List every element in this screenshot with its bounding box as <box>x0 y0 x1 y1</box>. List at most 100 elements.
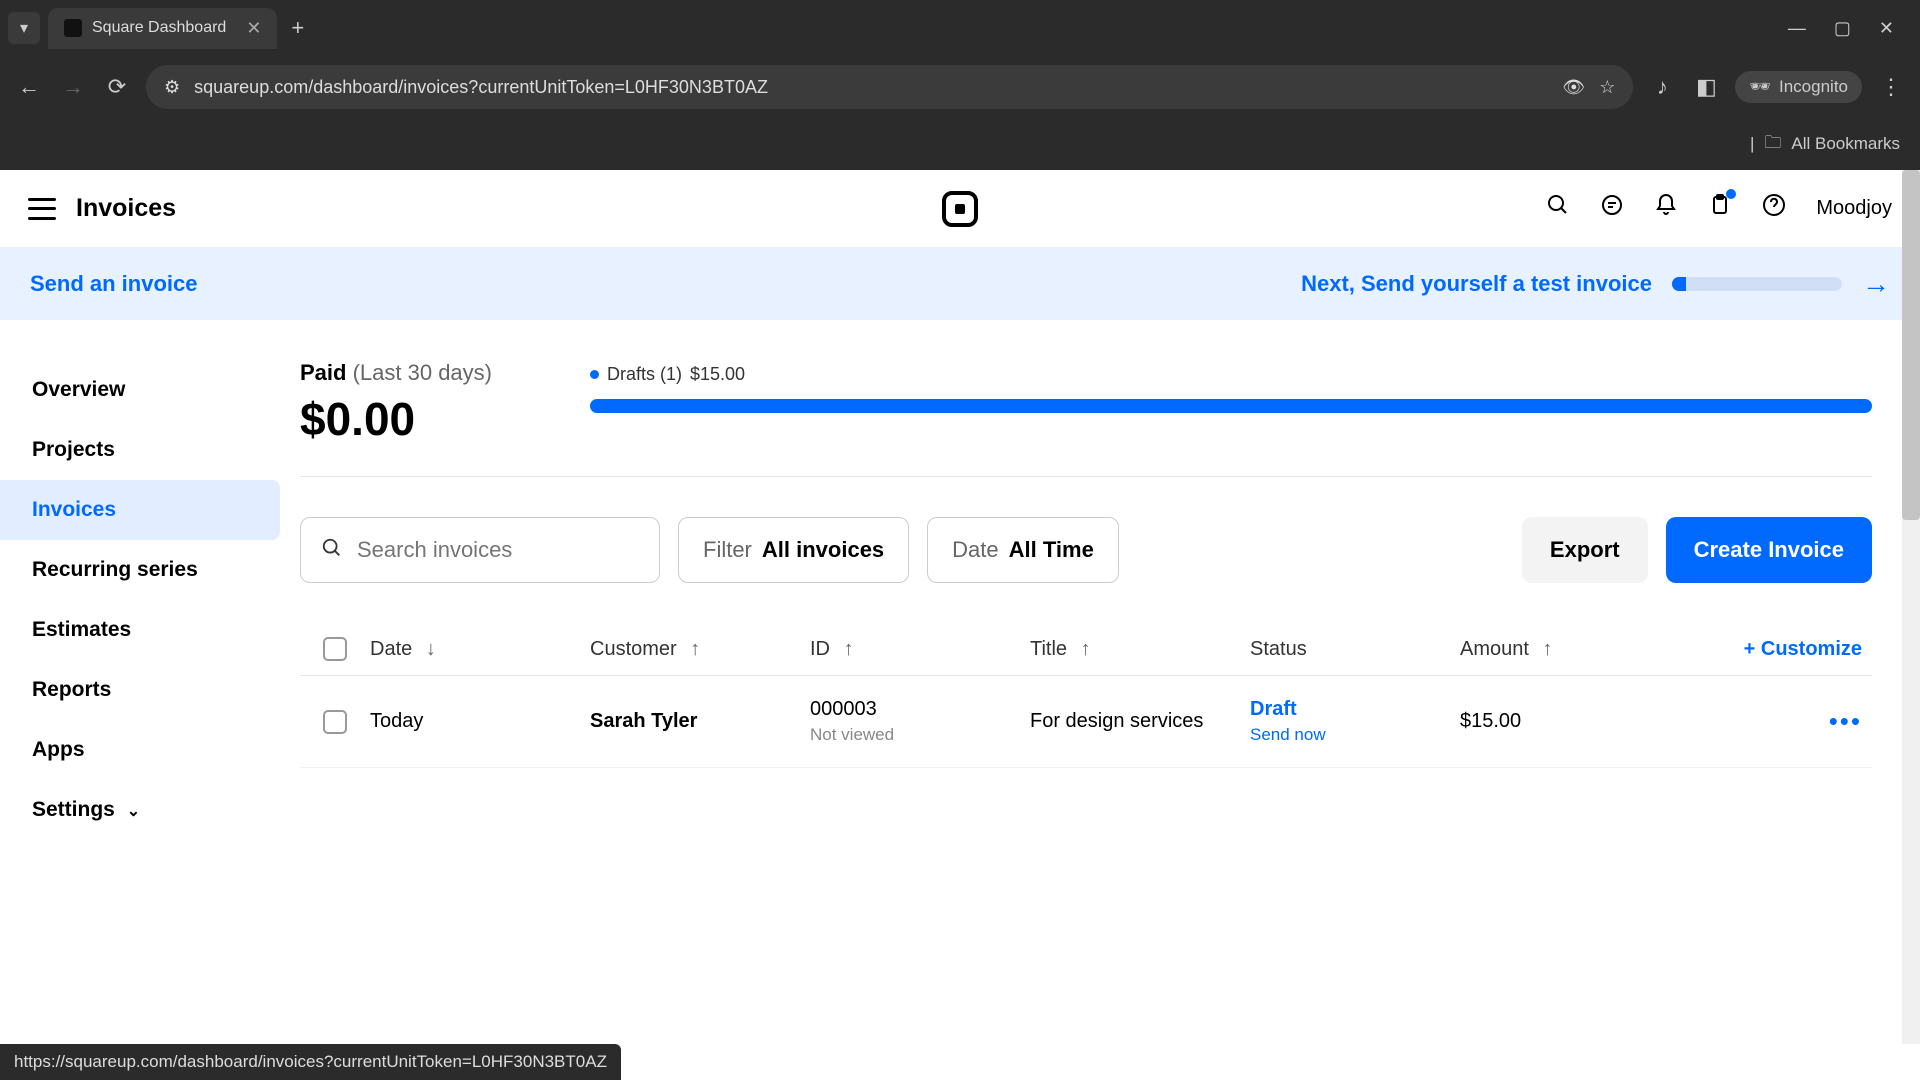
incognito-label: Incognito <box>1779 77 1848 97</box>
chevron-down-icon: ▾ <box>20 18 28 38</box>
square-favicon <box>64 19 82 37</box>
side-panel-icon[interactable]: ◧ <box>1691 72 1721 102</box>
sidebar-item-settings[interactable]: Settings ⌄ <box>0 780 280 840</box>
maximize-icon[interactable]: ▢ <box>1834 18 1851 39</box>
new-tab-button[interactable]: + <box>291 15 304 41</box>
column-date[interactable]: Date ↓ <box>370 638 590 661</box>
sidebar-item-projects[interactable]: Projects <box>0 420 280 480</box>
row-actions-menu[interactable]: ••• <box>1829 706 1862 736</box>
browser-menu-icon[interactable]: ⋮ <box>1876 72 1906 102</box>
drafts-label: Drafts (1) <box>607 364 682 385</box>
date-dropdown[interactable]: Date All Time <box>927 517 1119 583</box>
main-area: Overview Projects Invoices Recurring ser… <box>0 320 1920 1044</box>
all-bookmarks-link[interactable]: All Bookmarks <box>1791 134 1900 154</box>
filter-dropdown[interactable]: Filter All invoices <box>678 517 909 583</box>
send-now-link[interactable]: Send now <box>1250 725 1460 745</box>
url-text: squareup.com/dashboard/invoices?currentU… <box>194 77 768 98</box>
paid-amount: $0.00 <box>300 392 550 446</box>
cell-id: 000003 Not viewed <box>810 698 1030 745</box>
clipboard-icon[interactable] <box>1708 193 1732 224</box>
search-input[interactable] <box>357 537 645 563</box>
incognito-icon: 🕶 <box>1749 77 1771 97</box>
sidebar-item-label: Settings <box>32 798 115 821</box>
incognito-badge[interactable]: 🕶 Incognito <box>1735 71 1862 103</box>
export-button[interactable]: Export <box>1522 517 1648 583</box>
column-status[interactable]: Status <box>1250 638 1460 661</box>
menu-button[interactable] <box>28 198 56 220</box>
onboarding-banner: Send an invoice Next, Send yourself a te… <box>0 248 1920 320</box>
bookmarks-divider: | <box>1750 134 1754 154</box>
filter-label: Filter <box>703 537 752 563</box>
site-settings-icon[interactable]: ⚙ <box>164 77 180 98</box>
tab-search-button[interactable]: ▾ <box>8 12 40 44</box>
sort-asc-icon: ↑ <box>844 638 854 660</box>
cell-id-sub: Not viewed <box>810 725 1030 745</box>
chat-icon[interactable] <box>1600 193 1624 224</box>
sidebar-item-overview[interactable]: Overview <box>0 360 280 420</box>
scrollbar[interactable] <box>1902 170 1920 1044</box>
browser-tab[interactable]: Square Dashboard ✕ <box>48 8 277 49</box>
browser-status-bar: https://squareup.com/dashboard/invoices?… <box>0 1044 621 1080</box>
drafts-summary: Drafts (1) $15.00 <box>590 360 1872 413</box>
page-title: Invoices <box>76 194 176 223</box>
row-checkbox[interactable] <box>323 710 347 734</box>
cell-amount: $15.00 <box>1460 710 1640 733</box>
search-invoices[interactable] <box>300 517 660 583</box>
cell-status: Draft Send now <box>1250 698 1460 745</box>
tab-strip: ▾ Square Dashboard ✕ + ― ▢ ✕ <box>0 0 1920 56</box>
paid-summary: Paid (Last 30 days) $0.00 <box>300 360 550 446</box>
sidebar-item-apps[interactable]: Apps <box>0 720 280 780</box>
sidebar-item-recurring[interactable]: Recurring series <box>0 540 280 600</box>
eye-off-icon[interactable]: 👁 <box>1562 77 1585 98</box>
chevron-down-icon: ⌄ <box>127 803 140 820</box>
minimize-icon[interactable]: ― <box>1788 18 1806 39</box>
status-badge: Draft <box>1250 698 1460 721</box>
cell-date: Today <box>370 710 590 733</box>
arrow-right-icon[interactable]: → <box>1862 268 1890 300</box>
drafts-amount: $15.00 <box>690 364 745 385</box>
close-window-icon[interactable]: ✕ <box>1879 18 1894 39</box>
invoices-table: Date ↓ Customer ↑ ID ↑ Title ↑ Status <box>300 623 1872 768</box>
sort-asc-icon: ↑ <box>690 638 700 660</box>
create-invoice-button[interactable]: Create Invoice <box>1666 517 1872 583</box>
drafts-progress-bar <box>590 399 1872 413</box>
column-customer[interactable]: Customer ↑ <box>590 638 810 661</box>
banner-next-step[interactable]: Next, Send yourself a test invoice <box>1301 271 1652 297</box>
sidebar-item-estimates[interactable]: Estimates <box>0 600 280 660</box>
paid-range: (Last 30 days) <box>353 360 492 385</box>
media-icon[interactable]: ♪ <box>1647 72 1677 102</box>
date-value: All Time <box>1009 537 1094 563</box>
close-tab-icon[interactable]: ✕ <box>246 18 261 39</box>
customize-columns-link[interactable]: + Customize <box>1744 638 1862 660</box>
user-menu[interactable]: Moodjoy <box>1816 197 1892 220</box>
bookmark-star-icon[interactable]: ☆ <box>1599 77 1615 98</box>
folder-icon: 🗀 <box>1764 130 1781 159</box>
select-all-checkbox[interactable] <box>323 637 347 661</box>
reload-button[interactable]: ⟳ <box>102 72 132 102</box>
tab-title: Square Dashboard <box>92 19 226 37</box>
back-button[interactable]: ← <box>14 72 44 102</box>
sort-desc-icon: ↓ <box>426 638 436 660</box>
address-bar[interactable]: ⚙ squareup.com/dashboard/invoices?curren… <box>146 65 1633 109</box>
column-id[interactable]: ID ↑ <box>810 638 1030 661</box>
sidebar-item-reports[interactable]: Reports <box>0 660 280 720</box>
column-amount[interactable]: Amount ↑ <box>1460 638 1640 661</box>
column-title[interactable]: Title ↑ <box>1030 638 1250 661</box>
stats-row: Paid (Last 30 days) $0.00 Drafts (1) $15… <box>300 360 1872 477</box>
search-icon[interactable] <box>1546 193 1570 224</box>
search-icon <box>321 537 343 564</box>
sidebar-item-invoices[interactable]: Invoices <box>0 480 280 540</box>
notification-dot <box>1726 189 1736 199</box>
forward-button[interactable]: → <box>58 72 88 102</box>
paid-label: Paid <box>300 360 346 385</box>
date-label: Date <box>952 537 998 563</box>
help-icon[interactable] <box>1762 193 1786 224</box>
square-logo[interactable] <box>942 191 978 227</box>
filters-row: Filter All invoices Date All Time Export… <box>300 517 1872 583</box>
banner-progress <box>1672 277 1842 291</box>
table-row[interactable]: Today Sarah Tyler 000003 Not viewed For … <box>300 676 1872 768</box>
banner-title[interactable]: Send an invoice <box>30 271 198 297</box>
notifications-icon[interactable] <box>1654 193 1678 224</box>
window-controls: ― ▢ ✕ <box>1788 18 1912 39</box>
bookmarks-bar: | 🗀 All Bookmarks <box>0 118 1920 170</box>
